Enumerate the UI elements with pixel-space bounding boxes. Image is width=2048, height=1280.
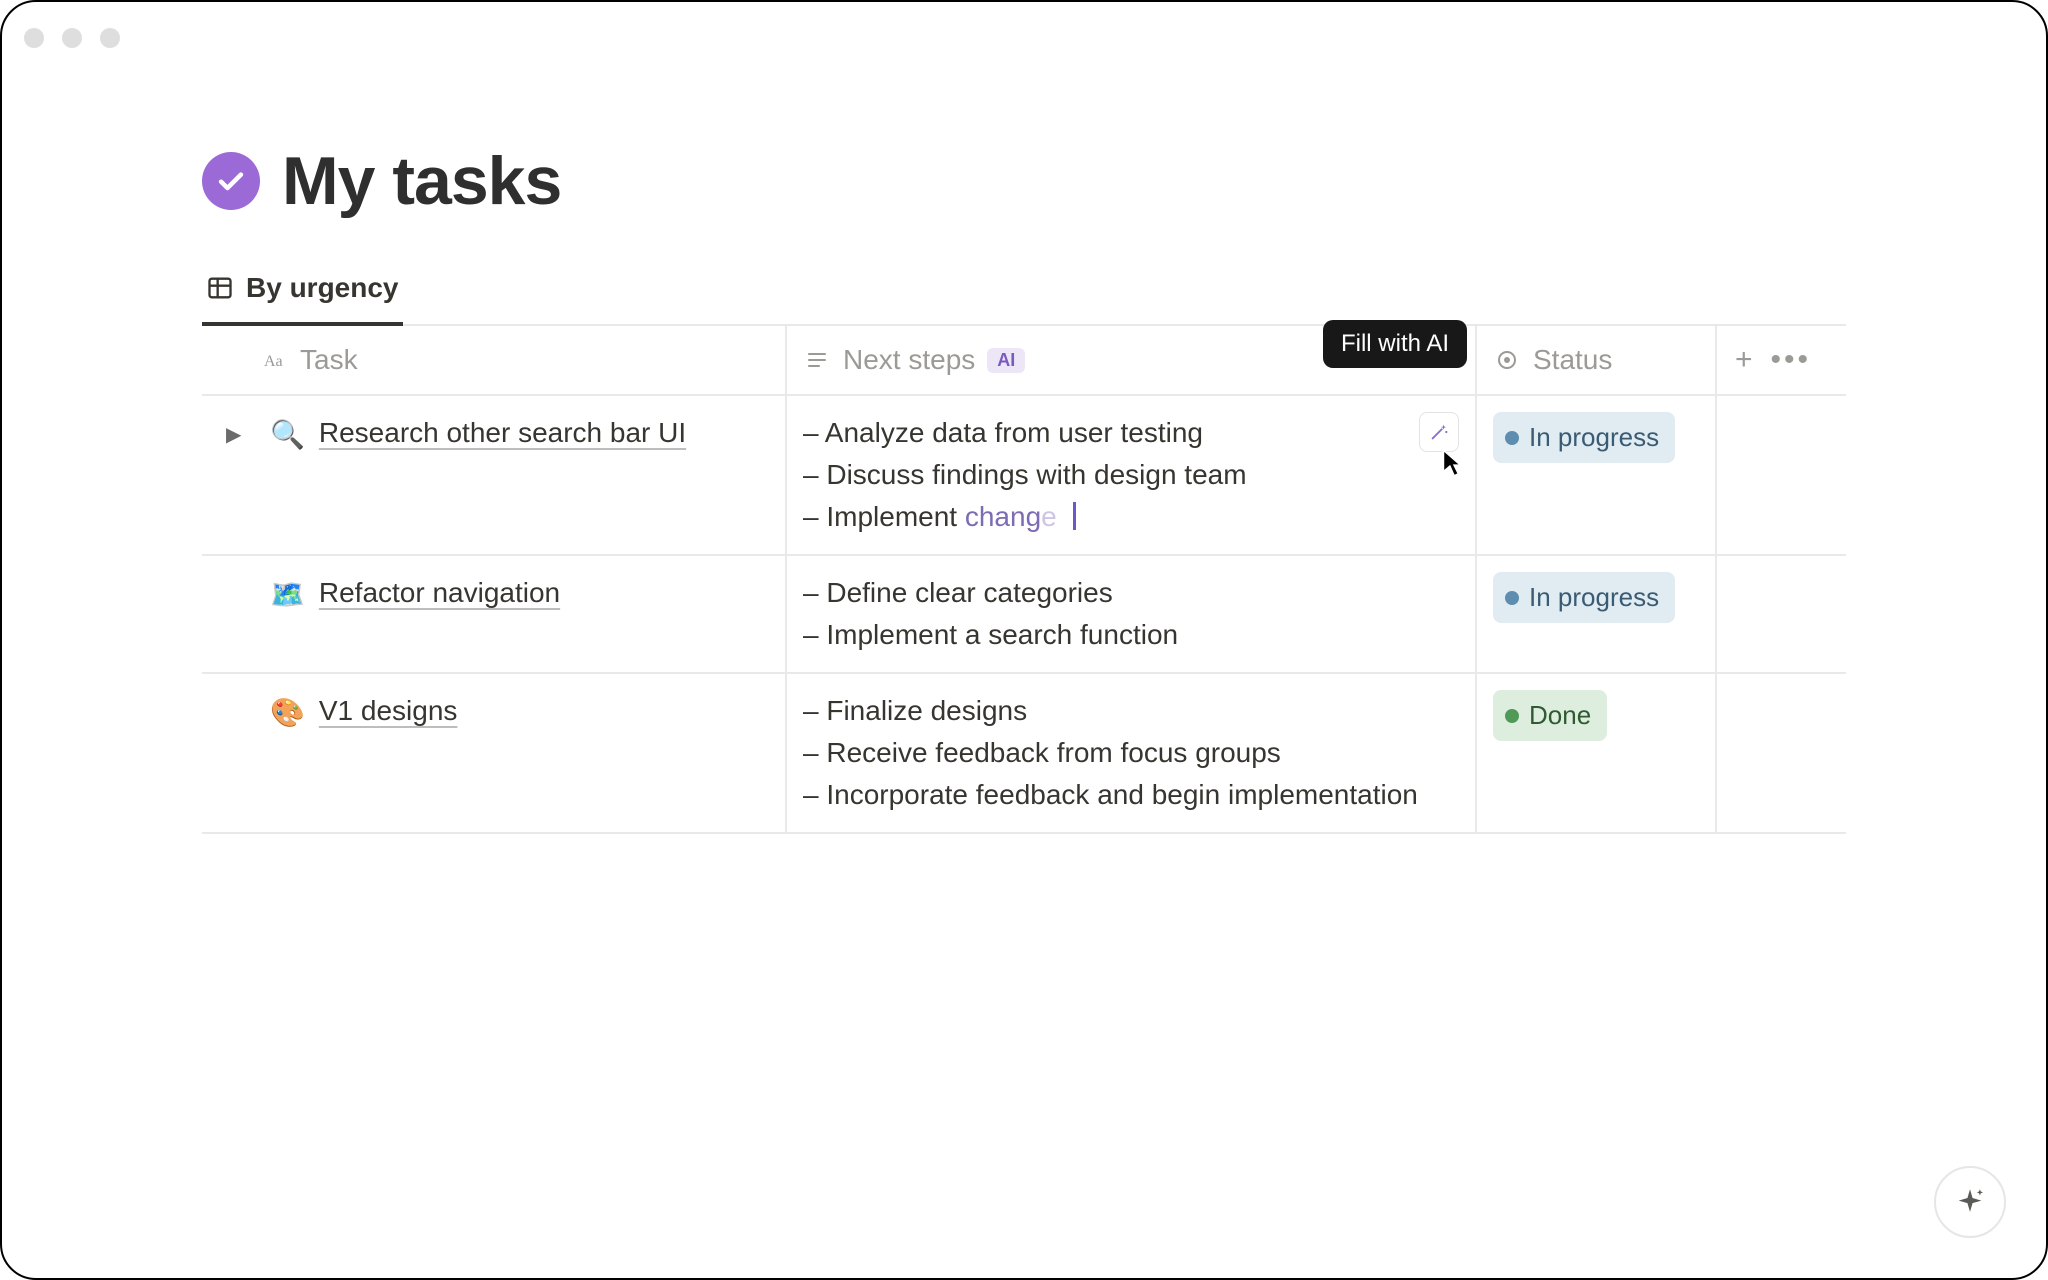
next-step-typing-line: – Implement change: [803, 496, 1459, 538]
row-title-link[interactable]: Research other search bar UI: [319, 412, 686, 454]
row-trailing-space: [1717, 674, 1846, 832]
column-header-task-label: Task: [300, 344, 358, 376]
view-tab-label: By urgency: [246, 272, 399, 304]
expand-toggle-icon[interactable]: ▶: [226, 412, 256, 450]
fill-with-ai-tooltip: Fill with AI: [1323, 320, 1467, 368]
next-step-line: – Discuss findings with design team: [803, 454, 1459, 496]
next-step-line: – Define clear categories: [803, 572, 1459, 614]
checkmark-icon: [214, 164, 248, 198]
magic-wand-icon: [1428, 421, 1450, 443]
row-emoji-icon: 🗺️: [270, 572, 305, 616]
page-title[interactable]: My tasks: [282, 142, 561, 220]
status-dot-icon: [1505, 709, 1519, 723]
next-step-line: – Analyze data from user testing: [803, 412, 1459, 454]
svg-text:Aa: Aa: [264, 353, 283, 370]
view-tab-by-urgency[interactable]: By urgency: [202, 266, 403, 326]
next-step-line: – Receive feedback from focus groups: [803, 732, 1459, 774]
text-property-icon: Aa: [260, 346, 288, 374]
status-property-icon: [1493, 346, 1521, 374]
next-step-line: – Implement a search function: [803, 614, 1459, 656]
database-table: Aa Task Next ste: [202, 326, 1846, 834]
status-pill-label: In progress: [1529, 418, 1659, 457]
column-header-task[interactable]: Aa Task: [202, 326, 785, 394]
status-pill-in-progress[interactable]: In progress: [1493, 572, 1675, 623]
traffic-light-zoom[interactable]: [100, 28, 120, 48]
traffic-light-close[interactable]: [24, 28, 44, 48]
next-step-line: – Finalize designs: [803, 690, 1459, 732]
page-icon-checkmark[interactable]: [202, 152, 260, 210]
page-header: My tasks: [202, 142, 1846, 220]
status-pill-in-progress[interactable]: In progress: [1493, 412, 1675, 463]
row-title-link[interactable]: Refactor navigation: [319, 572, 560, 614]
row-emoji-icon: 🎨: [270, 690, 305, 734]
table-row: ▶ 🔍 Research other search bar UI – Analyze …: [202, 396, 1846, 556]
text-caret: [1073, 502, 1076, 530]
fill-with-ai-button[interactable]: [1419, 412, 1459, 452]
row-title-link[interactable]: V1 designs: [319, 690, 458, 732]
mouse-cursor-icon: [1441, 448, 1463, 478]
ai-badge: AI: [987, 348, 1025, 373]
sparkle-icon: [1953, 1185, 1987, 1219]
next-steps-cell[interactable]: – Define clear categories– Implement a s…: [787, 556, 1475, 672]
ai-fab-button[interactable]: [1934, 1166, 2006, 1238]
table-row: 🎨 V1 designs – Finalize designs– Receive f…: [202, 674, 1846, 832]
table-icon: [206, 274, 234, 302]
table-row: 🗺️ Refactor navigation – Define clear cate…: [202, 556, 1846, 674]
window-traffic-lights: [24, 28, 120, 48]
next-step-line: – Incorporate feedback and begin impleme…: [803, 774, 1459, 816]
column-header-status-label: Status: [1533, 344, 1612, 376]
traffic-light-minimize[interactable]: [62, 28, 82, 48]
status-dot-icon: [1505, 591, 1519, 605]
view-tabs: By urgency: [202, 266, 1846, 326]
table-more-button[interactable]: •••: [1771, 345, 1812, 375]
status-dot-icon: [1505, 431, 1519, 445]
column-header-status[interactable]: Status: [1477, 326, 1715, 394]
add-column-button[interactable]: +: [1735, 345, 1753, 375]
table-header-row: Aa Task Next ste: [202, 326, 1846, 396]
row-trailing-space: [1717, 396, 1846, 554]
column-header-next-label: Next steps: [843, 344, 975, 376]
row-emoji-icon: 🔍: [270, 412, 305, 456]
status-pill-done[interactable]: Done: [1493, 690, 1607, 741]
text-lines-icon: [803, 346, 831, 374]
status-pill-label: Done: [1529, 696, 1591, 735]
row-trailing-space: [1717, 556, 1846, 672]
status-pill-label: In progress: [1529, 578, 1659, 617]
app-window: My tasks By urgency Aa: [0, 0, 2048, 1280]
next-steps-cell[interactable]: – Analyze data from user testing– Discus…: [787, 396, 1475, 554]
next-steps-cell[interactable]: – Finalize designs– Receive feedback fro…: [787, 674, 1475, 832]
